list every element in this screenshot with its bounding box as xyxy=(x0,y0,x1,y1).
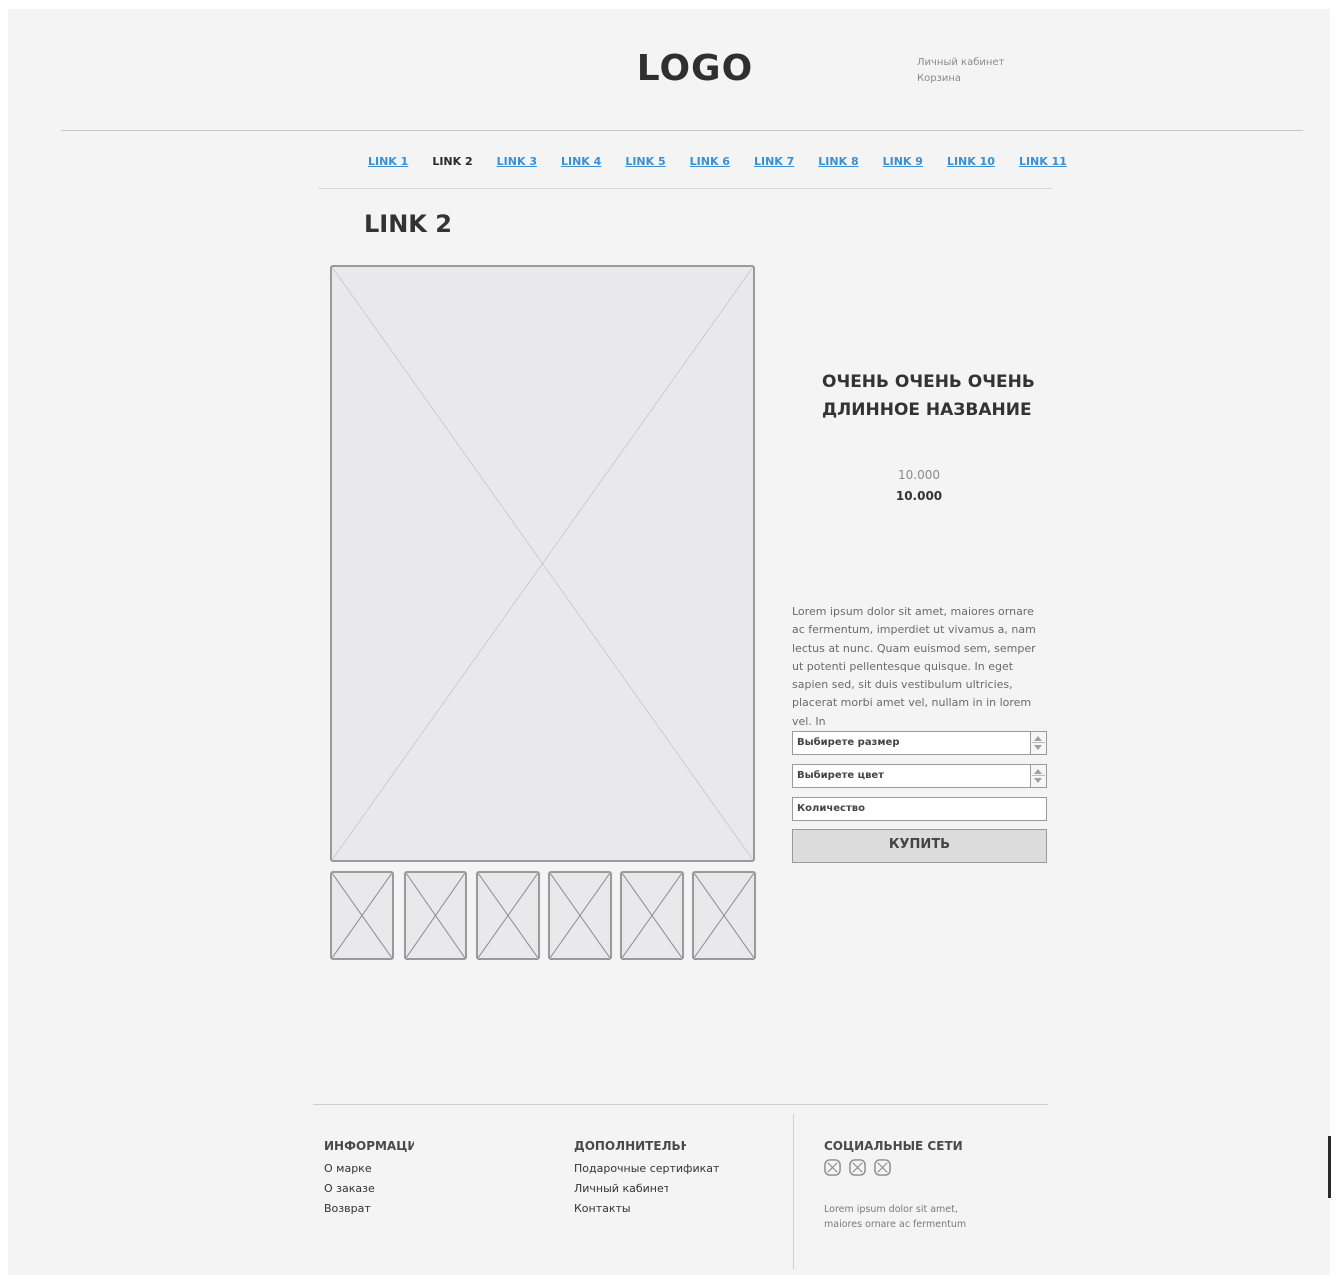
thumbnail-2[interactable] xyxy=(404,871,467,960)
image-placeholder-icon xyxy=(622,873,682,958)
nav-link-8[interactable]: LINK 8 xyxy=(818,155,858,168)
nav-link-3[interactable]: LINK 3 xyxy=(497,155,537,168)
image-placeholder-icon xyxy=(332,267,753,860)
nav-link-9[interactable]: LINK 9 xyxy=(883,155,923,168)
footer-info-column: ИНФОРМАЦИЯ О марке О заказе Возврат xyxy=(324,1139,414,1219)
footer-link[interactable]: Контакты xyxy=(574,1199,720,1219)
arrow-up-icon[interactable] xyxy=(1034,769,1042,774)
footer-link[interactable]: Личный кабинет xyxy=(574,1179,668,1199)
size-select[interactable]: Выбирете размер xyxy=(792,731,1047,755)
color-spinner[interactable] xyxy=(1030,765,1046,787)
footer-heading: ИНФОРМАЦИЯ xyxy=(324,1139,414,1153)
nav-divider xyxy=(318,188,1053,189)
main-image-placeholder[interactable] xyxy=(330,265,755,862)
footer-social-note: Lorem ipsum dolor sit amet, maiores orna… xyxy=(824,1204,967,1230)
arrow-down-icon[interactable] xyxy=(1034,778,1042,783)
footer-link[interactable]: Подарочные сертификаты xyxy=(574,1159,720,1179)
account-link[interactable]: Личный кабинет xyxy=(917,55,1004,71)
product-title-line: ДЛИННОЕ НАЗВАНИЕ xyxy=(822,400,1032,420)
footer-link[interactable]: Возврат xyxy=(324,1199,414,1219)
nav-link-1[interactable]: LINK 1 xyxy=(368,155,408,168)
nav-link-4[interactable]: LINK 4 xyxy=(561,155,601,168)
image-placeholder-icon xyxy=(694,873,754,958)
quantity-input[interactable]: Количество xyxy=(792,797,1047,821)
image-placeholder-icon xyxy=(406,873,465,958)
social-icon[interactable] xyxy=(874,1159,891,1176)
nav-link-2[interactable]: LINK 2 xyxy=(432,155,472,168)
product-description: Lorem ipsum dolor sit amet, maiores orna… xyxy=(792,605,1036,728)
product-title: ОЧЕНЬ ОЧЕНЬ ОЧЕНЬ ДЛИННОЕ НАЗВАНИЕ xyxy=(822,368,1042,424)
arrow-up-icon[interactable] xyxy=(1034,736,1042,741)
buy-button[interactable]: КУПИТЬ xyxy=(792,829,1047,863)
social-icon[interactable] xyxy=(849,1159,866,1176)
quantity-input-label: Количество xyxy=(797,803,865,814)
footer-social-column: СОЦИАЛЬНЫЕ СЕТИ xyxy=(824,1139,964,1176)
thumbnail-4[interactable] xyxy=(548,871,612,960)
cart-link[interactable]: Корзина xyxy=(917,71,1004,87)
nav-link-11[interactable]: LINK 11 xyxy=(1019,155,1067,168)
thumbnail-6[interactable] xyxy=(692,871,756,960)
nav-link-10[interactable]: LINK 10 xyxy=(947,155,995,168)
nav-link-5[interactable]: LINK 5 xyxy=(625,155,665,168)
color-select-label: Выбирете цвет xyxy=(797,770,884,781)
image-placeholder-icon xyxy=(332,873,392,958)
color-select[interactable]: Выбирете цвет xyxy=(792,764,1047,788)
header-divider xyxy=(61,130,1303,131)
footer-heading: ДОПОЛНИТЕЛЬНО xyxy=(574,1139,686,1153)
main-nav: LINK 1 LINK 2 LINK 3 LINK 4 LINK 5 LINK … xyxy=(368,155,1091,168)
nav-link-7[interactable]: LINK 7 xyxy=(754,155,794,168)
footer-extra-column: ДОПОЛНИТЕЛЬНО Подарочные сертификаты Лич… xyxy=(574,1139,720,1219)
price: 10.000 xyxy=(895,489,943,503)
footer-heading: СОЦИАЛЬНЫЕ СЕТИ xyxy=(824,1139,963,1153)
footer-link[interactable]: О марке xyxy=(324,1159,414,1179)
page-title: LINK 2 xyxy=(364,210,452,238)
thumbnail-1[interactable] xyxy=(330,871,394,960)
footer-link[interactable]: О заказе xyxy=(324,1179,414,1199)
arrow-down-icon[interactable] xyxy=(1034,745,1042,750)
scroll-edge-marker xyxy=(1328,1136,1331,1198)
footer-divider xyxy=(313,1104,1048,1105)
size-spinner[interactable] xyxy=(1030,732,1046,754)
image-placeholder-icon xyxy=(550,873,610,958)
image-placeholder-icon xyxy=(478,873,538,958)
social-icon[interactable] xyxy=(824,1159,841,1176)
thumbnail-3[interactable] xyxy=(476,871,540,960)
old-price: 10.000 xyxy=(898,468,940,482)
spinner-divider xyxy=(1032,742,1045,743)
size-select-label: Выбирете размер xyxy=(797,737,900,748)
footer-column-divider xyxy=(793,1114,794,1269)
spinner-divider xyxy=(1032,775,1045,776)
product-title-line: ОЧЕНЬ ОЧЕНЬ ОЧЕНЬ xyxy=(822,372,1035,392)
logo[interactable]: LOGO xyxy=(603,48,787,89)
account-links: Личный кабинет Корзина xyxy=(917,55,1004,87)
social-icons xyxy=(824,1159,964,1176)
nav-link-6[interactable]: LINK 6 xyxy=(690,155,730,168)
thumbnail-5[interactable] xyxy=(620,871,684,960)
